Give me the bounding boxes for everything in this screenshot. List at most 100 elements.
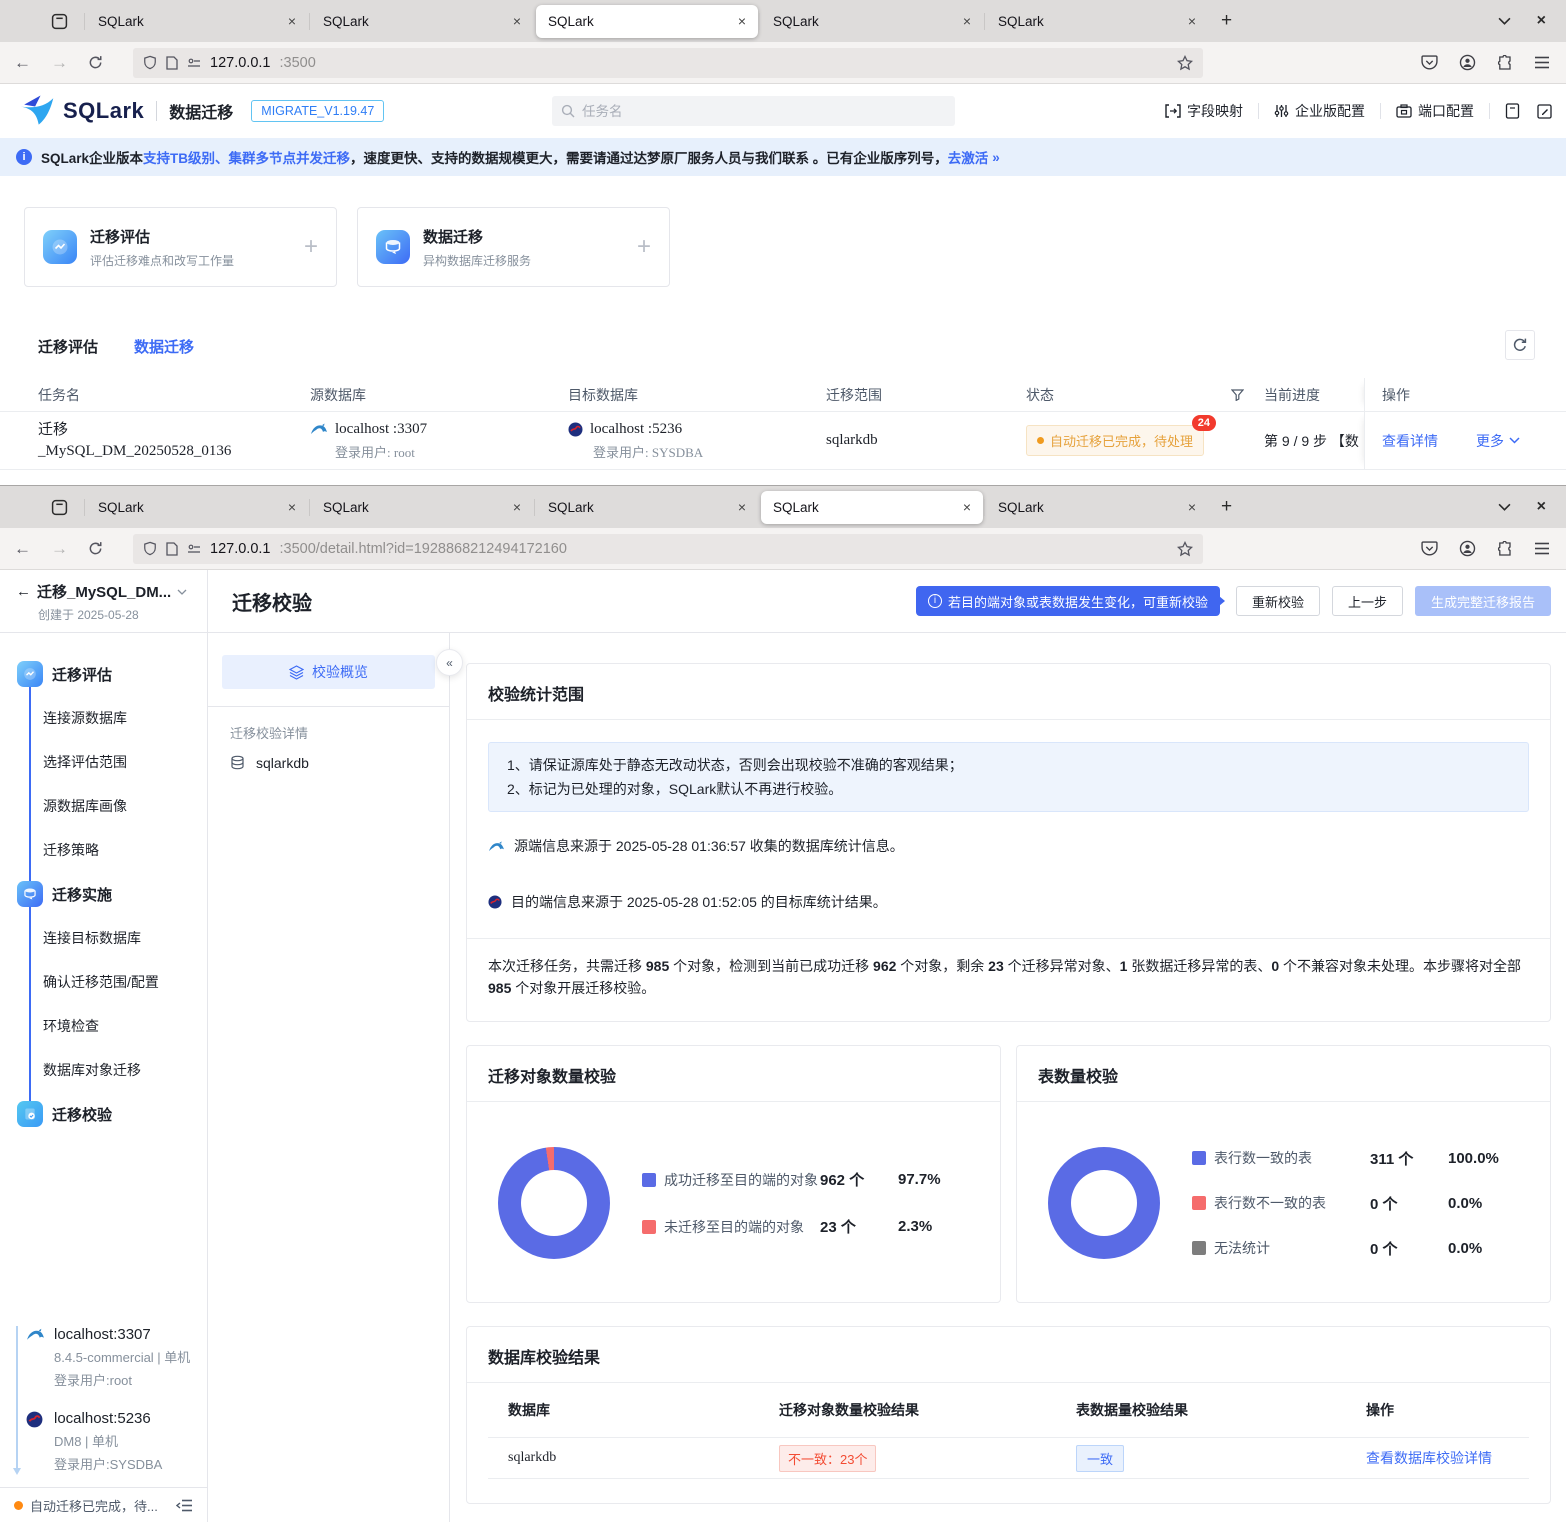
account-icon[interactable] [1459,540,1476,557]
browser-tab-active[interactable]: SQLark × [536,4,758,38]
edit-icon[interactable] [1537,103,1552,119]
tab-close-icon[interactable]: × [734,499,750,515]
reload-icon[interactable] [88,55,103,70]
new-tab-button[interactable]: + [1211,494,1242,520]
tab-data-migration[interactable]: 数据迁移 [134,336,194,357]
shield-icon[interactable] [143,541,157,556]
document-icon[interactable] [1505,103,1520,119]
page-info-icon[interactable] [166,55,178,70]
bookmark-star-icon[interactable] [1177,54,1193,71]
activate-link[interactable]: 去激活 [948,147,989,167]
chevron-down-icon[interactable] [177,589,187,595]
bookmark-star-icon[interactable] [1177,540,1193,557]
browser-tab[interactable]: SQLark × [534,491,758,524]
enterprise-config-button[interactable]: 企业版配置 [1274,101,1365,121]
tab-bar: SQLark × SQLark × SQLark × SQLark × SQLark × … [0,486,1566,528]
list-all-tabs-icon[interactable] [1498,503,1511,511]
tab-close-icon[interactable]: × [284,13,300,29]
tab-close-icon[interactable]: × [284,499,300,515]
browser-tab[interactable]: SQLark × [309,491,533,524]
port-config-button[interactable]: 端口配置 [1396,101,1474,121]
scope-cell: sqlarkdb [826,432,878,448]
browser-tab[interactable]: SQLark × [984,5,1208,38]
tab-close-icon[interactable]: × [959,499,975,515]
collapse-panel-button[interactable]: « [436,649,463,676]
forward-icon[interactable]: → [51,53,68,73]
address-bar[interactable]: 127.0.0.1:3500 [133,47,1203,78]
page-info-icon[interactable] [166,541,178,556]
extensions-icon[interactable] [1497,540,1513,557]
tab-title: SQLark [323,499,369,515]
view-db-detail-link[interactable]: 查看数据库校验详情 [1366,1450,1492,1466]
back-icon[interactable]: ← [14,53,31,73]
more-dropdown[interactable]: 更多 [1476,431,1520,451]
mysql-icon [488,840,505,853]
database-item[interactable]: sqlarkdb [230,755,435,771]
tab-close-icon[interactable]: × [1184,13,1200,29]
firefox-view-icon[interactable] [44,6,74,36]
firefox-view-icon[interactable] [44,492,74,522]
permissions-icon[interactable] [187,57,201,69]
add-migration-task-icon[interactable]: + [637,233,651,261]
pocket-icon[interactable] [1421,54,1438,71]
window-close-icon[interactable]: × [1537,12,1546,30]
browser-tab[interactable]: SQLark × [759,5,983,38]
account-icon[interactable] [1459,54,1476,71]
tab-close-icon[interactable]: × [509,499,525,515]
tab-migration-eval[interactable]: 迁移评估 [38,336,98,357]
permissions-icon[interactable] [187,543,201,555]
task-row[interactable]: 迁移 _MySQL_DM_20250528_0136 localhost :33… [0,412,1566,470]
shield-icon[interactable] [143,55,157,70]
address-bar[interactable]: 127.0.0.1:3500/detail.html?id=1928868212… [133,533,1203,564]
refresh-list-button[interactable] [1505,330,1535,360]
browser-tab[interactable]: SQLark × [84,491,308,524]
tab-close-icon[interactable]: × [1184,499,1200,515]
step-connect-source[interactable]: 连接源数据库 [0,696,207,740]
pocket-icon[interactable] [1421,540,1438,557]
list-all-tabs-icon[interactable] [1498,17,1511,25]
tab-close-icon[interactable]: × [959,13,975,29]
step-confirm-scope[interactable]: 确认迁移范围/配置 [0,960,207,1004]
menu-icon[interactable] [1534,542,1550,555]
port-config-label: 端口配置 [1418,103,1474,119]
forward-icon[interactable]: → [51,539,68,559]
step-select-scope[interactable]: 选择评估范围 [0,740,207,784]
window-close-icon[interactable]: × [1537,498,1546,516]
step-source-profile[interactable]: 源数据库画像 [0,784,207,828]
task-list-toggle-icon[interactable] [176,1499,193,1512]
browser-tab[interactable]: SQLark × [309,5,533,38]
result-card-title: 数据库校验结果 [467,1327,1550,1383]
verify-overview-item[interactable]: 校验概览 [222,655,435,689]
extensions-icon[interactable] [1497,54,1513,71]
generate-report-button[interactable]: 生成完整迁移报告 [1414,586,1551,616]
browser-tab[interactable]: SQLark × [84,5,308,38]
data-migration-card[interactable]: 数据迁移 异构数据库迁移服务 + [357,207,670,287]
step-migration-strategy[interactable]: 迁移策略 [0,828,207,872]
browser-tab[interactable]: SQLark × [984,491,1208,524]
task-search-input[interactable] [552,96,955,126]
field-mapping-button[interactable]: 字段映射 [1165,101,1243,121]
view-details-link[interactable]: 查看详情 [1382,431,1438,451]
recheck-button[interactable]: 重新校验 [1235,586,1320,616]
previous-step-button[interactable]: 上一步 [1331,586,1403,616]
banner-capacity-link[interactable]: 支持TB级别、集群多节点并发迁移 [143,147,350,167]
step-env-check[interactable]: 环境检查 [0,1004,207,1048]
tab-title: SQLark [773,499,819,515]
filter-icon[interactable] [1231,388,1244,401]
tab-close-icon[interactable]: × [509,13,525,29]
section-migration-verify[interactable]: 迁移校验 [0,1092,207,1136]
tab-close-icon[interactable]: × [734,13,750,29]
reload-icon[interactable] [88,541,103,556]
back-icon[interactable]: ← [16,583,31,600]
add-eval-task-icon[interactable]: + [304,233,318,261]
browser-tab-active[interactable]: SQLark × [761,490,983,524]
new-tab-button[interactable]: + [1211,8,1242,34]
dm-icon [568,422,583,437]
sidebar-status-bar[interactable]: 自动迁移已完成，待... [0,1487,207,1522]
back-icon[interactable]: ← [14,539,31,559]
field-mapping-label: 字段映射 [1187,103,1243,119]
menu-icon[interactable] [1534,56,1550,69]
step-connect-target[interactable]: 连接目标数据库 [0,916,207,960]
step-object-migration[interactable]: 数据库对象迁移 [0,1048,207,1092]
migration-eval-card[interactable]: 迁移评估 评估迁移难点和改写工作量 + [24,207,337,287]
